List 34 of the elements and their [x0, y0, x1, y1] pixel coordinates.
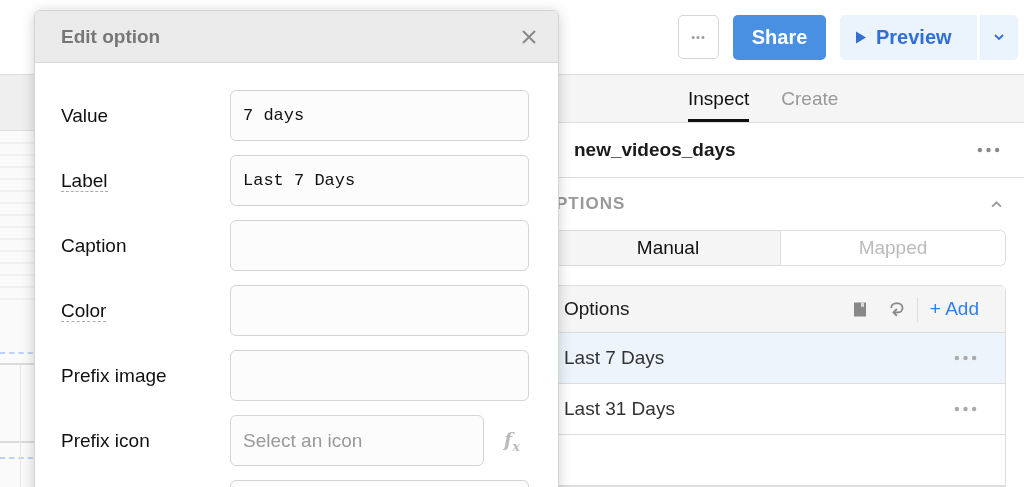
more-icon[interactable]: [954, 355, 977, 361]
input-field[interactable]: [230, 350, 529, 401]
options-title: Options: [564, 298, 631, 320]
more-button[interactable]: •••: [678, 15, 719, 59]
close-icon[interactable]: [521, 28, 537, 45]
panel-tab[interactable]: Inspect: [688, 75, 750, 123]
chevron-down-icon: [994, 34, 1004, 40]
option-label: Last 31 Days: [564, 398, 675, 420]
field-label: Label: [61, 169, 108, 192]
panel-tab[interactable]: Create: [781, 75, 839, 123]
more-icon[interactable]: [977, 147, 1000, 154]
option-label: Last 7 Days: [564, 347, 665, 369]
input-field[interactable]: Last 7 Days: [230, 155, 529, 206]
component-name: new_videos_days: [574, 139, 736, 162]
field-label: Prefix icon: [61, 429, 150, 451]
field-label: Value: [61, 104, 109, 126]
input-field[interactable]: [230, 220, 529, 271]
dropdown-button[interactable]: [980, 14, 1018, 60]
book-icon[interactable]: [852, 300, 867, 318]
field-label: Prefix image: [61, 364, 167, 386]
share-button[interactable]: Share: [733, 14, 826, 60]
dialog-title: Edit option: [61, 25, 161, 48]
option-row[interactable]: Last 7 Days: [556, 333, 1005, 384]
preview-button[interactable]: Preview: [840, 14, 977, 60]
play-icon: [856, 30, 866, 44]
icon-field[interactable]: Select an icon: [230, 415, 484, 466]
add-button[interactable]: + Add: [929, 298, 979, 320]
mode-tab[interactable]: Manual: [556, 230, 781, 265]
collapse-icon[interactable]: [991, 200, 1002, 208]
input-field[interactable]: 7 days: [230, 90, 529, 141]
input-field[interactable]: [230, 285, 529, 336]
field-label: Color: [61, 299, 107, 322]
more-icon[interactable]: [954, 406, 977, 412]
field-label: Caption: [61, 234, 127, 256]
